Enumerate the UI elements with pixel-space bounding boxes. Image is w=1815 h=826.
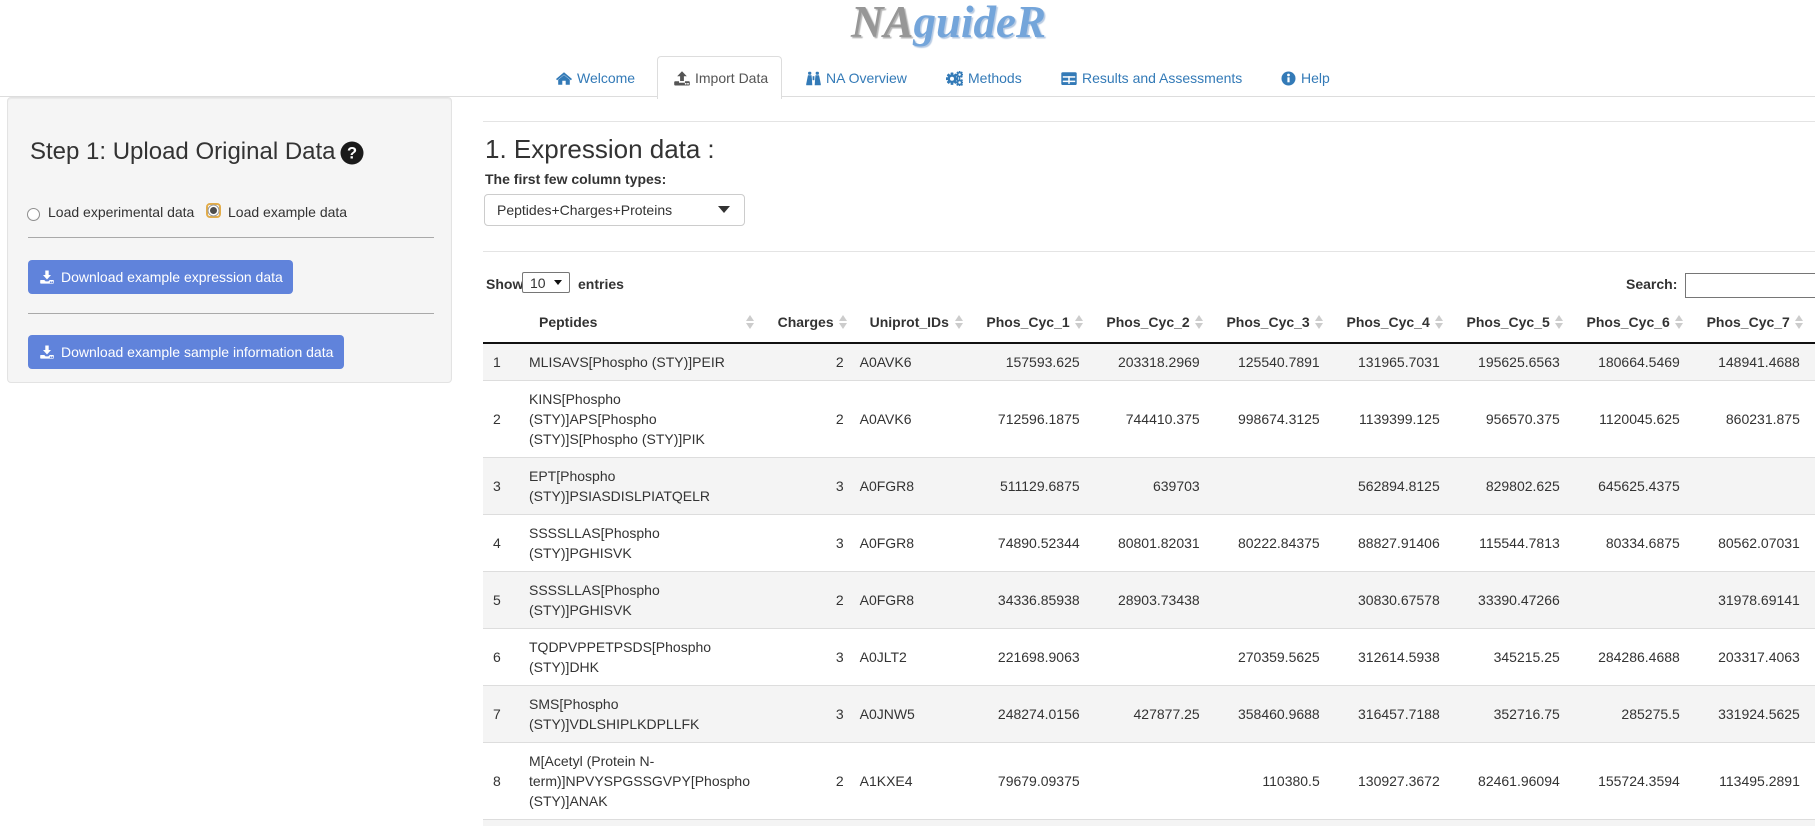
- svg-text:?: ?: [347, 145, 357, 163]
